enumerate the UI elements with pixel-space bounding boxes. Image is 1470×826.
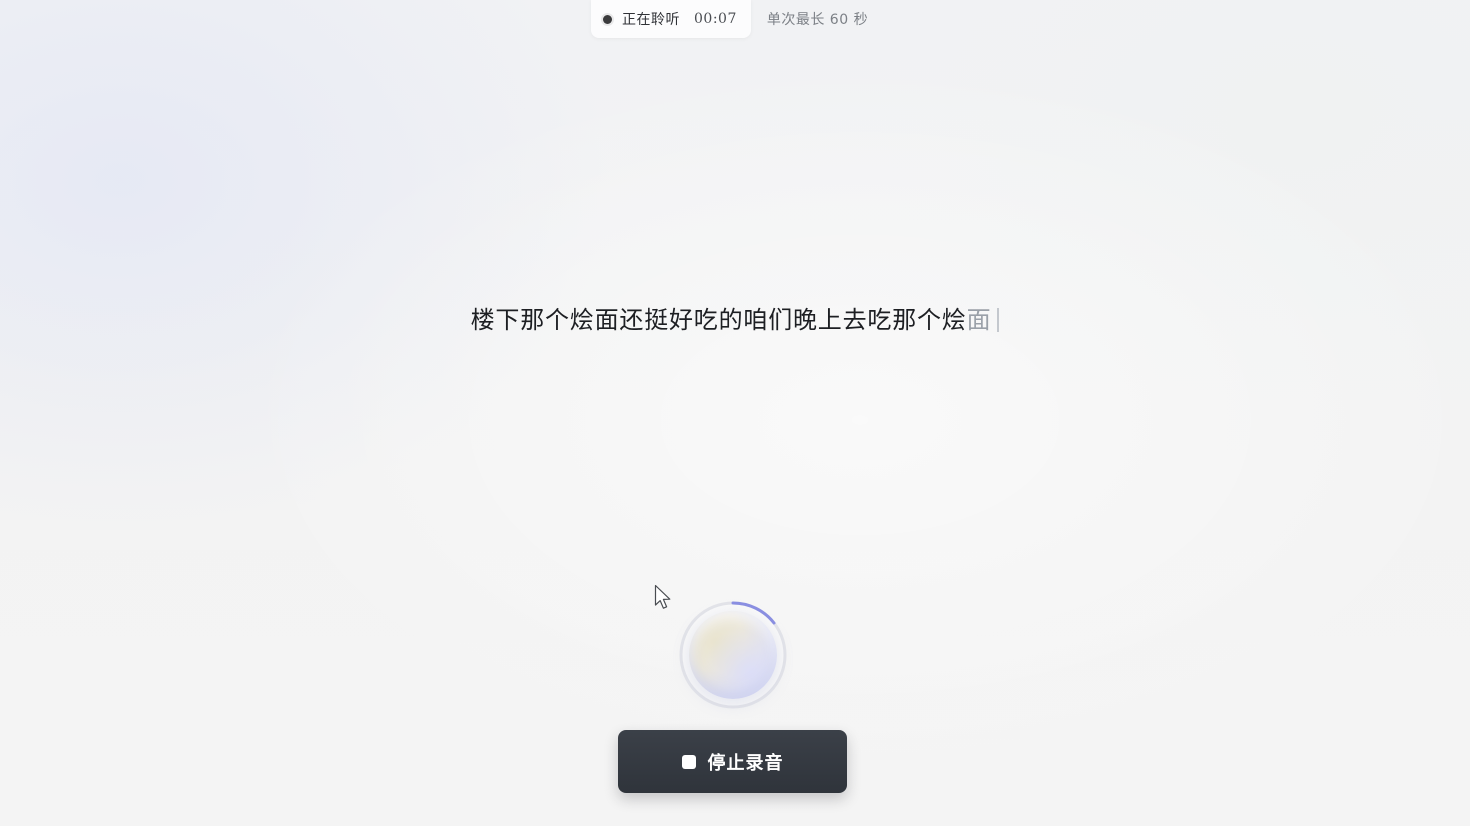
transcript-partial-text: 面 [966, 306, 992, 334]
voice-input-screen: 正在聆听 00:07 单次最长 60 秒 楼下那个烩面还挺好吃的咱们晚上去吃那个… [0, 0, 1470, 826]
mouse-pointer-icon [654, 584, 671, 609]
text-caret [997, 308, 1000, 332]
recording-timer: 00:07 [694, 11, 737, 27]
stop-square-icon [681, 754, 696, 769]
live-transcript: 楼下那个烩面还挺好吃的咱们晚上去吃那个烩面 [0, 300, 1470, 340]
orb-sphere [689, 611, 777, 699]
recording-dot-icon [603, 14, 612, 24]
voice-orb [678, 600, 788, 710]
stop-recording-button[interactable]: 停止录音 [618, 730, 847, 793]
max-duration-hint: 单次最长 60 秒 [766, 12, 869, 28]
transcript-final-text: 楼下那个烩面还挺好吃的咱们晚上去吃那个烩 [470, 306, 967, 334]
listening-status-label: 正在聆听 [622, 12, 680, 28]
status-bar: 正在聆听 00:07 单次最长 60 秒 [591, 0, 868, 38]
listening-status-pill: 正在聆听 00:07 [591, 0, 751, 38]
stop-recording-label: 停止录音 [707, 752, 784, 773]
